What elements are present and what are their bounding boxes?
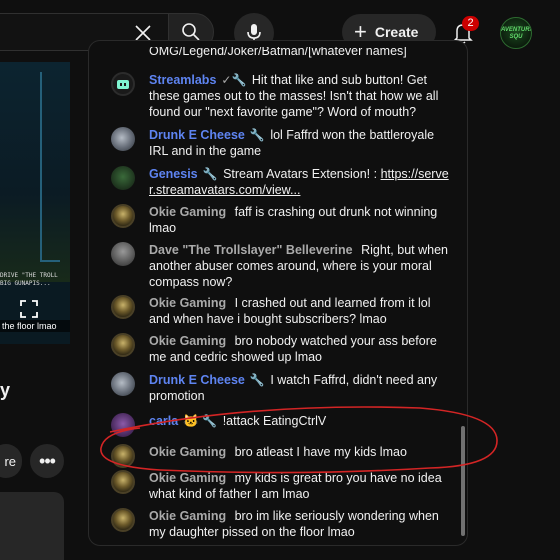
video-player[interactable]: DRIVE "THE TROLL BIG GUNAPIS... the floo… <box>0 62 70 344</box>
video-overlay-text: DRIVE "THE TROLL BIG GUNAPIS... <box>0 272 70 288</box>
video-scene-line <box>40 72 60 262</box>
chat-message: Okie Gaming I crashed out and learned fr… <box>111 295 451 327</box>
author-name[interactable]: Okie Gaming <box>149 445 226 459</box>
author-name[interactable]: Okie Gaming <box>149 296 226 310</box>
author-avatar[interactable] <box>111 295 135 319</box>
chat-scrollbar[interactable] <box>461 426 465 536</box>
fullscreen-icon[interactable] <box>20 300 38 318</box>
author-name[interactable]: Drunk E Cheese <box>149 128 245 142</box>
author-name[interactable]: Okie Gaming <box>149 509 226 523</box>
chat-message: Drunk E Cheese 🔧 I watch Faffrd, didn't n… <box>111 372 451 404</box>
author-avatar[interactable] <box>111 413 135 437</box>
avatar-text: AVENTURA SQU <box>501 27 532 40</box>
wrench-icon: 🔧 <box>249 373 265 387</box>
chat-message: Okie Gaming my kids is great bro you hav… <box>111 470 451 502</box>
author-avatar[interactable] <box>111 242 135 266</box>
author-avatar[interactable] <box>111 72 135 96</box>
author-name[interactable]: Okie Gaming <box>149 471 226 485</box>
author-name[interactable]: Streamlabs <box>149 73 216 87</box>
create-label: Create <box>374 24 419 40</box>
more-actions-button[interactable]: ••• <box>30 444 64 478</box>
message-text: Stream Avatars Extension! : <box>223 167 381 181</box>
verified-check-icon: ✓ <box>221 73 232 87</box>
chat-message: Genesis 🔧 Stream Avatars Extension! : htt… <box>111 166 451 198</box>
chat-message: Streamlabs ✓🔧 Hit that like and sub butto… <box>111 72 451 120</box>
author-avatar[interactable] <box>111 333 135 357</box>
author-avatar[interactable] <box>111 444 135 468</box>
video-title: y <box>0 380 11 400</box>
author-name[interactable]: carla <box>149 414 178 428</box>
chat-message: Okie Gaming bro atleast I have my kids l… <box>111 444 451 468</box>
chat-message: Okie Gaming bro im like seriously wonder… <box>111 508 451 540</box>
chat-message: Dave "The Trollslayer" Belleverine Right… <box>111 242 451 290</box>
chat-message: OMG/Legend/Joker/Batman/[whatever names] <box>111 47 451 61</box>
share-button[interactable]: re <box>0 444 22 478</box>
live-chat-panel: OMG/Legend/Joker/Batman/[whatever names]… <box>88 40 468 546</box>
streamlabs-logo-icon <box>117 80 129 89</box>
video-caption: the floor lmao <box>0 320 70 332</box>
description-box[interactable] <box>0 492 64 560</box>
wrench-icon: 🔧 <box>202 167 218 181</box>
message-text: !attack EatingCtrlV <box>222 414 327 428</box>
member-badge-icon: 🐱 <box>183 414 199 428</box>
author-name[interactable]: Genesis <box>149 167 198 181</box>
chat-message: Okie Gaming faff is crashing out drunk n… <box>111 204 451 236</box>
author-name[interactable]: Okie Gaming <box>149 334 226 348</box>
overlay-line-1: DRIVE "THE TROLL <box>0 272 58 279</box>
author-avatar[interactable] <box>111 372 135 396</box>
chat-message: carla 🐱 🔧 !attack EatingCtrlV <box>111 413 451 437</box>
notification-count-badge: 2 <box>462 16 479 31</box>
author-avatar[interactable] <box>111 127 135 151</box>
search-icon <box>182 23 200 41</box>
chat-message: Drunk E Cheese 🔧 lol Faffrd won the battl… <box>111 127 451 159</box>
author-name[interactable]: Dave "The Trollslayer" Belleverine <box>149 243 353 257</box>
author-avatar[interactable] <box>111 166 135 190</box>
author-avatar[interactable] <box>111 204 135 228</box>
author-avatar[interactable] <box>111 470 135 494</box>
author-name[interactable]: Okie Gaming <box>149 205 226 219</box>
author-avatar[interactable] <box>111 508 135 532</box>
wrench-icon: 🔧 <box>249 128 265 142</box>
chat-message: Okie Gaming bro nobody watched your ass … <box>111 333 451 365</box>
message-text: OMG/Legend/Joker/Batman/[whatever names] <box>149 47 407 58</box>
wrench-icon: 🔧 <box>231 73 247 87</box>
wrench-icon: 🔧 <box>202 414 218 428</box>
author-name[interactable]: Drunk E Cheese <box>149 373 245 387</box>
overlay-line-2: BIG GUNAPIS... <box>0 280 51 287</box>
message-text: bro atleast I have my kids lmao <box>234 445 407 459</box>
account-avatar[interactable]: AVENTURA SQU <box>500 17 532 49</box>
